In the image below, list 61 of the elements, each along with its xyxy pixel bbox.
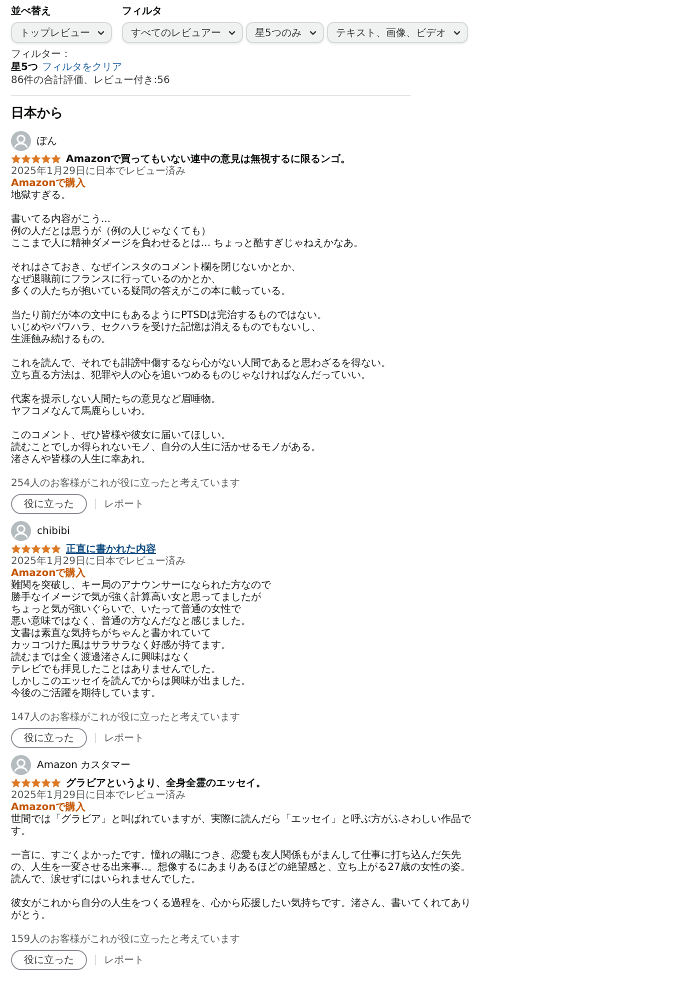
review-paragraph: 当たり前だが本の文中にもあるようにPTSDは完治するものではない。 いじめやパワハラ、セクハラを受けた記憶は消えるものでもないし、 生涯蝕み続けるもの。 — [11, 310, 328, 346]
review-paragraph: 書いてる内容がこう... 例の人だとは思うが（例の人じゃなくても） ここまで人に精神ダメージを負わせるとは... ちょっと酷すぎじゃねえかなあ。 — [11, 214, 365, 250]
star-icon — [31, 154, 41, 164]
star-icon — [41, 544, 51, 554]
helpful-count: 159人のお客様がこれが役に立ったと考えています — [11, 934, 242, 946]
report-link[interactable]: レポート — [104, 731, 144, 745]
review-date: 2025年1月29日に日本でレビュー済み — [11, 556, 187, 568]
dropdown[interactable]: 星5つのみ — [246, 22, 324, 43]
purchase-label: Amazonで購入 — [11, 178, 86, 190]
review-paragraph: これを読んで、それでも誹謗中傷するなら心がない人間であると思わざるを得ない。 立ち直る方法は、犯罪や人の心を追いつめるものじゃなければなんだっていい。 — [11, 358, 392, 382]
author-name: chibibi — [37, 526, 70, 536]
star-icon — [41, 154, 51, 164]
review-title: Amazonで買ってもいない連中の意見は無視するに限るンゴ。 — [66, 152, 351, 166]
review-paragraph: 彼女がこれから自分の人生をつくる過程を、心から応援したい気持ちです。渚さん、書いてくれてあり がとう。 — [11, 898, 472, 922]
helpful-count: 147人のお客様がこれが役に立ったと考えています — [11, 712, 242, 724]
review-title[interactable]: 正直に書かれた内容 — [66, 542, 156, 556]
report-link[interactable]: レポート — [104, 953, 144, 967]
star-icon — [21, 544, 31, 554]
dropdown[interactable]: テキスト、画像、ビデオ — [327, 22, 468, 43]
star-icon — [21, 154, 31, 164]
dropdown[interactable]: トップレビュー — [11, 22, 112, 43]
star-icon — [51, 544, 61, 554]
star-icon — [11, 778, 21, 788]
review-paragraph: 一言に、すごくよかったです。憧れの職につき、恋愛も友人関係もがまんして仕事に打ち込んだ矢先 の、人生を一変させる出来事‥。想像するにあまりあるほどの絶望感と、立ち上がる27歳の女性の姿。 読んで、涙せずにはいられませんでした。 — [11, 850, 472, 886]
helpful-count: 254人のお客様がこれが役に立ったと考えています — [11, 478, 242, 490]
review-date: 2025年1月29日に日本でレビュー済み — [11, 790, 187, 802]
review-paragraph: それはさておき、なぜインスタのコメント欄を閉じないかとか、 なぜ退職前にフランスに行っているのかとか、 多くの人たちが抱いている疑問の答えがこの本に載っている。 — [11, 262, 302, 298]
sort-label: 並べ替え — [11, 6, 52, 18]
star-icon — [41, 778, 51, 788]
review-paragraph: 地獄すぎる。 — [11, 190, 72, 202]
star-icon — [31, 544, 41, 554]
review-paragraph: このコメント、ぜひ皆様や彼女に届いてほしい。 読むことでしか得られないモノ、自分の人生に活かせるモノがある。 渚さんや皆様の人生に幸あれ。 — [11, 430, 322, 466]
star-icon — [51, 154, 61, 164]
star-icon — [51, 778, 61, 788]
helpful-button[interactable]: 役に立った — [11, 950, 87, 970]
rating-summary: 86件の合計評価、レビュー付き:56 — [11, 74, 170, 87]
author-name: Amazon カスタマー — [37, 759, 131, 772]
star-icon — [11, 154, 21, 164]
avatar-icon — [11, 521, 31, 541]
review-paragraph: 代案を提示しない人間たちの意見など眉唾物。 ヤフコメなんて馬鹿らしいわ。 — [11, 394, 222, 418]
review-paragraph: 難関を突破し、キー局のアナウンサーになられた方なので 勝手なイメージで気が強く計算高い女と思ってましたが ちょっと気が強いぐらいで、いたって普通の女性で 悪い意味ではなく、普通の方なんだなと感じました。 文書は素直な気持ちがちゃんと書かれていて カッコつけた風はサラサラなく好感が持てます。 読むまでは全く渡邊渚さんに興味はなく テレビでも拝見したことはありませんでした。 しかしこのエッセイを読んでからは興味が出ました。 今後のご活躍を期待しています。 — [11, 580, 272, 700]
clear-filter-link[interactable]: フィルタをクリア — [42, 61, 122, 74]
helpful-button[interactable]: 役に立った — [11, 494, 87, 514]
active-filters-label: フィルター： — [11, 48, 71, 61]
active-filter: 星5つ — [11, 61, 38, 74]
review-paragraph: 世間では「グラビア」と叫ばれていますが、実際に読んだら「エッセイ」と呼ぶ方がふさわしい作品で す。 — [11, 814, 472, 838]
helpful-button[interactable]: 役に立った — [11, 728, 87, 748]
review-title: グラビアというより、全身全霊のエッセイ。 — [66, 776, 266, 790]
author-name: ぽん — [37, 135, 57, 148]
dropdown[interactable]: すべてのレビュアー — [122, 22, 243, 43]
report-link[interactable]: レポート — [104, 497, 144, 511]
purchase-label: Amazonで購入 — [11, 568, 86, 580]
purchase-label: Amazonで購入 — [11, 802, 86, 814]
star-icon — [31, 778, 41, 788]
star-icon — [11, 544, 21, 554]
section-title: 日本から — [11, 105, 64, 122]
star-icon — [21, 778, 31, 788]
avatar-icon — [11, 131, 31, 151]
filter-label: フィルタ — [122, 6, 163, 18]
avatar-icon — [11, 755, 31, 775]
review-date: 2025年1月29日に日本でレビュー済み — [11, 166, 187, 178]
